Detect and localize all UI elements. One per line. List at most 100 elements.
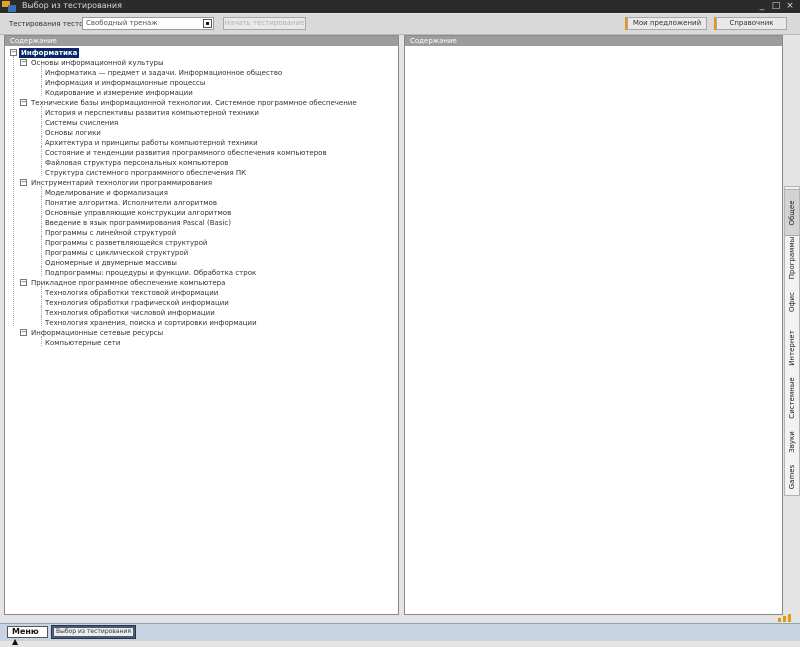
tree-guide-line <box>41 136 42 146</box>
taskbar: Меню ▲ Выбор из тестирования <box>0 623 800 646</box>
tree-label: История и перспективы развития компьютер… <box>45 109 259 117</box>
collapse-toggle-icon[interactable]: − <box>20 59 27 66</box>
tree-label: Программы с циклической структурой <box>45 249 189 257</box>
title-bar: Выбор из тестирования _ □ × <box>0 0 800 13</box>
side-tab[interactable]: Общее <box>785 189 799 236</box>
tree-label: Основные управляющие конструкции алгорит… <box>45 209 232 217</box>
maximize-icon[interactable]: □ <box>771 1 781 11</box>
side-tab[interactable]: Games <box>785 459 799 494</box>
tree-label: Состояние и тенденции развития программн… <box>45 149 327 157</box>
tree-label: Моделирование и формализация <box>45 189 168 197</box>
menu-button[interactable]: Меню ▲ <box>7 626 48 646</box>
tree-label: Информатика <box>19 48 80 58</box>
side-tab-strip: Общее Программы Офис Интернет Системные Звуки… <box>784 186 800 496</box>
details-panel: Содержание <box>404 35 783 615</box>
tree-guide-line <box>41 86 42 96</box>
side-tab[interactable]: Программы <box>785 236 799 279</box>
tree-label: Инструментарий технологии программирован… <box>31 179 213 187</box>
side-tab-label: Системные <box>788 377 796 419</box>
tree-guide-line <box>41 236 42 246</box>
help-button[interactable]: Справочник <box>714 17 787 30</box>
tree-guide-line <box>41 296 42 306</box>
collapse-toggle-icon[interactable]: − <box>20 99 27 106</box>
side-tab[interactable]: Звуки <box>785 424 799 459</box>
tree-label: Кодирование и измерение информации <box>45 89 193 97</box>
test-mode-label: Тестирования тестов <box>9 20 88 28</box>
tree-guide-line <box>41 316 42 326</box>
tree-label: Информатика — предмет и задачи. Информац… <box>45 69 283 77</box>
side-tab-label: Интернет <box>788 330 796 366</box>
start-test-button[interactable]: Начать тестирование <box>223 17 306 30</box>
tree-label: Технология обработки текстовой информаци… <box>45 289 219 297</box>
tree-label: Технология обработки числовой информации <box>45 309 215 317</box>
tree-guide-line <box>41 206 42 216</box>
side-tab-label: Программы <box>788 236 796 279</box>
tree-label: Технические базы информационной технолог… <box>31 99 357 107</box>
tree-guide-line <box>41 66 42 76</box>
side-tab[interactable]: Системные <box>785 372 799 424</box>
tree-label: Файловая структура персональных компьюте… <box>45 159 229 167</box>
dropdown-icon[interactable]: ▪ <box>203 19 212 28</box>
tree-label: Информационные сетевые ресурсы <box>31 329 164 337</box>
tree-guide-line <box>41 146 42 156</box>
tree-label: Основы информационной культуры <box>31 59 164 67</box>
tree-label: Прикладное программное обеспечение компь… <box>31 279 226 287</box>
tree-guide-line <box>41 116 42 126</box>
side-tab-label: Games <box>788 464 796 489</box>
tree-guide-line <box>41 196 42 206</box>
tree-guide-line <box>13 56 14 326</box>
tree-guide-line <box>41 246 42 256</box>
collapse-toggle-icon[interactable]: − <box>10 49 17 56</box>
resize-grip-icon[interactable] <box>776 614 794 622</box>
contents-panel: Содержание − Информатика − Основы информаци… <box>4 35 399 615</box>
tree-guide-line <box>41 186 42 196</box>
collapse-toggle-icon[interactable]: − <box>20 329 27 336</box>
tree-guide-line <box>41 216 42 226</box>
tree-guide-line <box>41 286 42 296</box>
tree-guide-line <box>41 256 42 266</box>
tree-guide-line <box>41 226 42 236</box>
tree-label: Компьютерные сети <box>45 339 121 347</box>
tree-guide-line <box>41 306 42 316</box>
tree-label: Технология обработки графической информа… <box>45 299 229 307</box>
tree-guide-line <box>41 336 42 346</box>
tree-label: Информация и информационные процессы <box>45 79 206 87</box>
minimize-icon[interactable]: _ <box>757 1 767 11</box>
accent-bar <box>625 17 627 30</box>
tree-label: Одномерные и двумерные массивы <box>45 259 177 267</box>
collapse-toggle-icon[interactable]: − <box>20 279 27 286</box>
test-mode-value: Свободный тренаж <box>86 19 158 27</box>
close-icon[interactable]: × <box>785 1 795 11</box>
tree-label: Технология хранения, поиска и сортировки… <box>45 319 257 327</box>
tree-guide-line <box>41 266 42 276</box>
tree-guide-line <box>41 166 42 176</box>
app-icon <box>2 1 16 12</box>
tree-label: Программы с разветвляющейся структурой <box>45 239 208 247</box>
tree-label: Архитектура и принципы работы компьютерн… <box>45 139 258 147</box>
tree-label: Системы счисления <box>45 119 119 127</box>
tree-label: Введение в язык программирования Pascal … <box>45 219 231 227</box>
tree-label: Понятие алгоритма. Исполнители алгоритмо… <box>45 199 217 207</box>
tree-label: Основы логики <box>45 129 101 137</box>
accent-bar <box>714 17 716 30</box>
side-tab-label: Офис <box>788 291 796 312</box>
tree-label: Подпрограммы: процедуры и функции. Обраб… <box>45 269 257 277</box>
contents-panel-header: Содержание <box>5 36 398 46</box>
side-tab[interactable]: Офис <box>785 279 799 324</box>
window-title: Выбор из тестирования <box>22 1 122 10</box>
collapse-toggle-icon[interactable]: − <box>20 179 27 186</box>
details-panel-header: Содержание <box>405 36 782 46</box>
tree-guide-line <box>41 156 42 166</box>
tree-guide-line <box>41 106 42 116</box>
tree-label: Программы с линейной структурой <box>45 229 177 237</box>
side-tab-label: Общее <box>788 199 796 226</box>
toolbar: Тестирования тестов Свободный тренаж ▪ Н… <box>0 14 800 35</box>
side-tab[interactable]: Интернет <box>785 324 799 372</box>
tree-guide-line <box>41 76 42 86</box>
tree-guide-line <box>41 126 42 136</box>
taskbar-window-button[interactable]: Выбор из тестирования <box>51 625 136 639</box>
test-mode-select[interactable]: Свободный тренаж ▪ <box>82 17 214 30</box>
suggestions-button[interactable]: Мои предложений <box>625 17 707 30</box>
tree-label: Структура системного программного обеспе… <box>45 169 247 177</box>
side-tab-label: Звуки <box>788 430 796 453</box>
